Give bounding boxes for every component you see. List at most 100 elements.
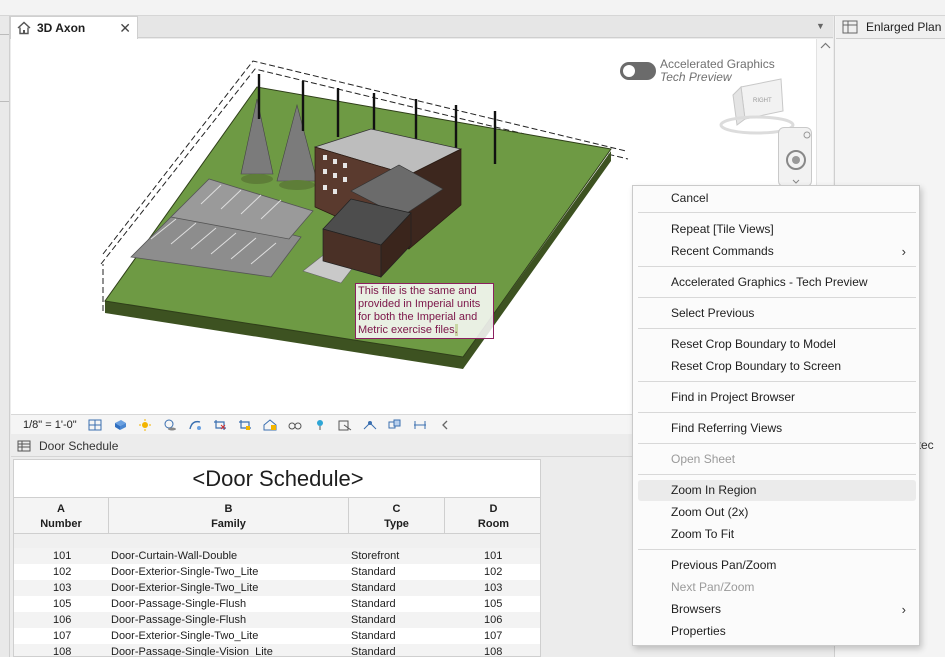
menu-item-label: Accelerated Graphics - Tech Preview (671, 275, 868, 289)
table-row[interactable]: 106 Door-Passage-Single-Flush Standard 106 (14, 612, 540, 628)
sun-path-icon[interactable] (138, 418, 152, 431)
menu-item-label: Find in Project Browser (671, 390, 796, 404)
table-cell: Door-Exterior-Single-Two_Lite (111, 582, 259, 594)
door-schedule-table[interactable]: <Door Schedule> A Number B Family C Type… (13, 459, 541, 657)
menu-item-reset-crop-boundary-to-model[interactable]: Reset Crop Boundary to Model (638, 334, 916, 355)
table-cell: 101 (53, 550, 72, 562)
reveal-hidden-icon[interactable] (313, 419, 327, 431)
table-cell: 102 (53, 566, 72, 578)
lock-view-icon[interactable] (263, 418, 277, 431)
menu-item-label: Zoom In Region (671, 483, 757, 497)
menu-item-zoom-in-region[interactable]: Zoom In Region (638, 480, 916, 501)
table-cell: 103 (484, 582, 503, 594)
table-cell: 103 (53, 582, 72, 594)
chevron-right-icon: › (901, 244, 906, 259)
menu-item-label: Previous Pan/Zoom (671, 558, 777, 572)
highlight-displacement-icon[interactable] (388, 419, 402, 431)
reveal-constraints-icon[interactable] (413, 419, 427, 431)
menu-item-label: Recent Commands (671, 244, 774, 258)
column-letter: D (489, 503, 498, 515)
table-row[interactable]: 102 Door-Exterior-Single-Two_Lite Standard… (14, 564, 540, 580)
menu-item-label: Next Pan/Zoom (671, 580, 755, 594)
table-cell: Door-Exterior-Single-Two_Lite (111, 566, 259, 578)
note-line: provided in Imperial units (358, 298, 481, 310)
column-name: Family (211, 518, 246, 530)
menu-item-find-in-project-browser[interactable]: Find in Project Browser (638, 387, 916, 408)
menu-item-repeat-tile-views[interactable]: Repeat [Tile Views] (638, 219, 916, 240)
menu-item-browsers[interactable]: Browsers › (638, 599, 916, 620)
menu-item-previous-pan-zoom[interactable]: Previous Pan/Zoom (638, 555, 916, 576)
temporary-hide-icon[interactable] (288, 419, 302, 431)
menu-item-label: Reset Crop Boundary to Screen (671, 359, 842, 373)
table-row[interactable]: 107 Door-Exterior-Single-Two_Lite Standard… (14, 628, 540, 644)
menu-item-next-pan-zoom[interactable]: Next Pan/Zoom (638, 577, 916, 598)
shadows-icon[interactable] (163, 419, 177, 431)
menu-item-accelerated-graphics-tech-preview[interactable]: Accelerated Graphics - Tech Preview (638, 272, 916, 293)
table-cell: 102 (484, 566, 503, 578)
table-cell: Standard (351, 582, 396, 594)
tab-dropdown-icon[interactable]: ▼ (816, 21, 825, 31)
menu-item-open-sheet[interactable]: Open Sheet (638, 449, 916, 470)
note-line: This file is the same and (358, 285, 477, 297)
table-row[interactable]: 103 Door-Exterior-Single-Two_Lite Standard… (14, 580, 540, 596)
crop-view-icon[interactable] (213, 419, 227, 431)
view-scale[interactable]: 1/8" = 1'-0" (23, 419, 77, 431)
menu-item-select-previous[interactable]: Select Previous (638, 303, 916, 324)
top-strip (0, 0, 945, 16)
column-name: Number (40, 518, 82, 530)
table-row[interactable]: 101 Door-Curtain-Wall-Double Storefront 101 (14, 548, 540, 564)
chevron-left-icon[interactable] (438, 419, 452, 431)
menu-separator (638, 381, 916, 382)
menu-item-zoom-to-fit[interactable]: Zoom To Fit (638, 524, 916, 545)
table-cell: 107 (53, 630, 72, 642)
menu-item-label: Select Previous (671, 306, 755, 320)
menu-item-find-referring-views[interactable]: Find Referring Views (638, 418, 916, 439)
column-header-number[interactable]: A Number (14, 498, 109, 534)
table-cell: 105 (53, 598, 72, 610)
column-letter: C (392, 503, 401, 515)
column-name: Room (477, 518, 510, 530)
left-panel-edge (0, 16, 10, 657)
table-cell: 108 (484, 646, 503, 657)
table-cell: Door-Curtain-Wall-Double (111, 550, 238, 562)
tab-3d-axon[interactable]: 3D Axon ✕ (10, 16, 138, 39)
temporary-view-properties-icon[interactable] (338, 419, 352, 431)
toggle-switch[interactable] (620, 62, 656, 80)
menu-item-properties[interactable]: Properties (638, 621, 916, 642)
column-header-family[interactable]: B Family (109, 498, 349, 534)
table-cell: Door-Exterior-Single-Two_Lite (111, 630, 259, 642)
menu-item-recent-commands[interactable]: Recent Commands › (638, 241, 916, 262)
viewcube: RIGHT (719, 78, 795, 135)
plan-view-icon (842, 20, 858, 34)
detail-level-icon[interactable] (88, 419, 102, 431)
table-cell: Standard (351, 598, 396, 610)
close-icon[interactable]: ✕ (119, 20, 131, 37)
table-row[interactable]: 108 Door-Passage-Single-Vision_Lite Standa… (14, 644, 540, 657)
context-menu: Cancel Repeat [Tile Views] Recent Commands… (632, 185, 920, 646)
accel-label-line1: Accelerated Graphics (660, 57, 775, 71)
scroll-up-icon[interactable] (817, 39, 834, 53)
tab-enlarged-plan[interactable]: Enlarged Plan (836, 16, 945, 39)
column-header-room[interactable]: D Room (445, 498, 540, 534)
menu-item-label: Zoom To Fit (671, 527, 735, 541)
text-note[interactable]: This file is the same and provided in Im… (355, 283, 494, 339)
menu-item-cancel[interactable]: Cancel (638, 188, 916, 209)
chevron-right-icon: › (901, 602, 906, 617)
schedule-title: <Door Schedule> (14, 460, 540, 498)
rendering-icon[interactable] (188, 419, 202, 431)
menu-item-reset-crop-boundary-to-screen[interactable]: Reset Crop Boundary to Screen (638, 356, 916, 377)
steering-wheel-icon[interactable] (779, 128, 813, 188)
tab-title: 3D Axon (37, 21, 86, 35)
crop-region-icon[interactable] (238, 419, 252, 431)
table-cell: Door-Passage-Single-Vision_Lite (111, 646, 273, 657)
column-header-type[interactable]: C Type (349, 498, 445, 534)
menu-item-zoom-out-2x[interactable]: Zoom Out (2x) (638, 502, 916, 523)
menu-separator (638, 412, 916, 413)
navigation-bar[interactable] (778, 127, 812, 187)
menu-separator (638, 212, 916, 213)
visual-style-icon[interactable] (113, 419, 127, 431)
menu-separator (638, 549, 916, 550)
analytical-model-icon[interactable] (363, 419, 377, 431)
tab-door-schedule[interactable]: Door Schedule (11, 435, 641, 457)
table-row[interactable]: 105 Door-Passage-Single-Flush Standard 105 (14, 596, 540, 612)
